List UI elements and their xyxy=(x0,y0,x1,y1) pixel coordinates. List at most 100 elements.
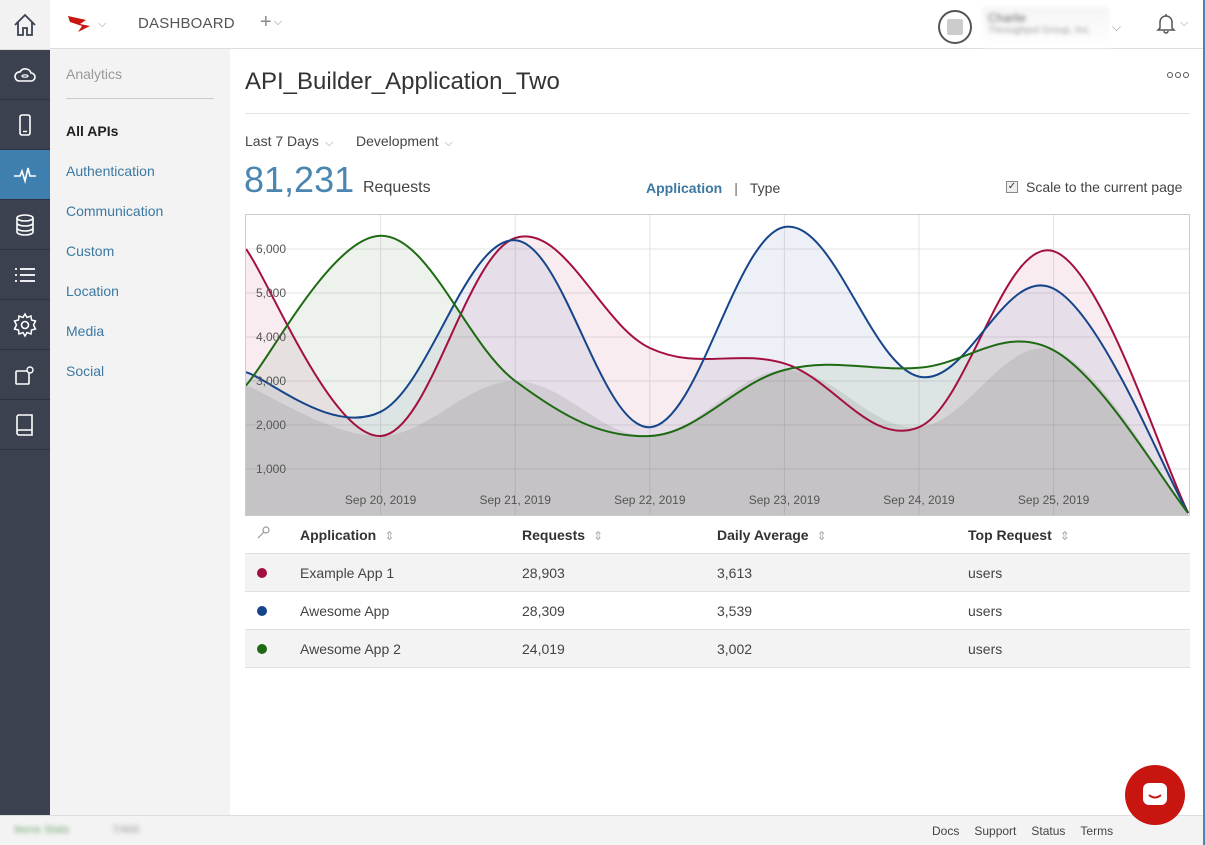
date-range-dropdown[interactable]: Last 7 Days ⌵ xyxy=(245,133,333,150)
cell-requests: 24,019 xyxy=(522,641,565,657)
subnav-item-custom[interactable]: Custom xyxy=(66,243,114,259)
chevron-down-icon: ⌵ xyxy=(1112,19,1122,34)
cell-requests: 28,309 xyxy=(522,603,565,619)
x-tick-label: Sep 21, 2019 xyxy=(479,493,551,507)
divider xyxy=(245,113,1190,114)
chevron-down-icon: ⌵ xyxy=(273,16,283,29)
add-button[interactable]: + ⌵ xyxy=(260,11,282,34)
subnav-item-location[interactable]: Location xyxy=(66,283,119,299)
date-range-value: Last 7 Days xyxy=(245,133,319,149)
avatar xyxy=(938,10,972,44)
notifications-button[interactable]: ⌵ xyxy=(1156,12,1188,34)
x-tick-label: Sep 23, 2019 xyxy=(749,493,821,507)
table-row[interactable]: Awesome App 2 24,019 3,002 users xyxy=(245,630,1190,668)
user-org: Throughput Group, Inc. xyxy=(988,25,1092,36)
analytics-subnav: Analytics All APIs Authentication Commun… xyxy=(50,49,230,815)
column-header-application[interactable]: Application ⇕ xyxy=(300,527,394,543)
series-color-dot xyxy=(257,644,267,654)
chevron-down-icon: ⌵ xyxy=(444,137,453,149)
applications-table: Application ⇕ Requests ⇕ Daily Average ⇕ To… xyxy=(245,516,1190,668)
pin-icon[interactable] xyxy=(255,525,271,544)
list-icon[interactable] xyxy=(0,250,50,300)
page-title: API_Builder_Application_Two xyxy=(245,68,560,95)
toggle-application[interactable]: Application xyxy=(646,180,722,196)
mobile-icon[interactable] xyxy=(0,100,50,150)
bell-icon xyxy=(1156,14,1176,34)
y-tick-label: 6,000 xyxy=(256,242,286,256)
book-icon[interactable] xyxy=(0,400,50,450)
footer-count: 7/400 xyxy=(112,824,140,836)
chart-svg: 1,000 2,000 3,000 4,000 5,000 6,000 Sep 20, 20… xyxy=(246,215,1189,515)
brand-logo-icon xyxy=(68,16,90,32)
requests-label: Requests xyxy=(363,179,431,196)
table-row[interactable]: Awesome App 28,309 3,539 users xyxy=(245,592,1190,630)
environment-value: Development xyxy=(356,133,439,149)
x-tick-label: Sep 22, 2019 xyxy=(614,493,686,507)
environment-dropdown[interactable]: Development ⌵ xyxy=(356,133,453,150)
scale-checkbox[interactable]: ✓ xyxy=(1006,181,1018,193)
x-tick-label: Sep 25, 2019 xyxy=(1018,493,1090,507)
subnav-item-social[interactable]: Social xyxy=(66,363,104,379)
total-requests: 81,231 xyxy=(244,159,355,200)
window-key-icon[interactable] xyxy=(0,350,50,400)
support-link[interactable]: Support xyxy=(974,824,1016,838)
toggle-type[interactable]: Type xyxy=(750,180,780,196)
table-header: Application ⇕ Requests ⇕ Daily Average ⇕ To… xyxy=(245,516,1190,554)
cloud-db-icon[interactable] xyxy=(0,50,50,100)
chat-button[interactable] xyxy=(1125,765,1185,825)
y-tick-label: 2,000 xyxy=(256,418,286,432)
cell-top-request: users xyxy=(968,565,1003,581)
main-content: API_Builder_Application_Two Last 7 Days ⌵… xyxy=(230,49,1205,815)
y-tick-label: 5,000 xyxy=(256,286,286,300)
footer-links: Docs Support Status Terms xyxy=(932,824,1113,838)
sort-icon: ⇕ xyxy=(384,529,395,543)
x-tick-label: Sep 20, 2019 xyxy=(345,493,417,507)
sort-icon: ⇕ xyxy=(1059,529,1070,543)
chat-icon xyxy=(1143,783,1167,805)
sort-icon: ⇕ xyxy=(816,529,827,543)
subnav-item-authentication[interactable]: Authentication xyxy=(66,163,155,179)
database-icon[interactable] xyxy=(0,200,50,250)
cell-application: Example App 1 xyxy=(300,565,395,581)
home-icon[interactable] xyxy=(0,0,50,50)
column-header-requests[interactable]: Requests ⇕ xyxy=(522,527,603,543)
chevron-down-icon: ⌵ xyxy=(324,137,334,149)
footer-status: Items Stats xyxy=(14,824,70,836)
chevron-down-icon: ⌵ xyxy=(1180,16,1189,29)
gear-icon[interactable] xyxy=(0,300,50,350)
chevron-down-icon: ⌵ xyxy=(98,17,107,30)
cell-application: Awesome App xyxy=(300,603,390,619)
cell-application: Awesome App 2 xyxy=(300,641,401,657)
icon-rail xyxy=(0,0,50,815)
user-name: Charlie xyxy=(988,11,1027,25)
cell-daily-average: 3,613 xyxy=(717,565,753,581)
cell-top-request: users xyxy=(968,603,1003,619)
subnav-item-all-apis[interactable]: All APIs xyxy=(66,123,118,139)
user-info: Charlie Throughput Group, Inc. xyxy=(982,7,1110,47)
table-row[interactable]: Example App 1 28,903 3,613 users xyxy=(245,554,1190,592)
table-body: Example App 1 28,903 3,613 users Awesome… xyxy=(245,554,1190,668)
y-tick-label: 1,000 xyxy=(256,462,286,476)
scale-label: Scale to the current page xyxy=(1026,179,1183,195)
column-header-daily-average[interactable]: Daily Average ⇕ xyxy=(717,527,827,543)
status-link[interactable]: Status xyxy=(1031,824,1065,838)
subnav-item-communication[interactable]: Communication xyxy=(66,203,163,219)
sort-icon: ⇕ xyxy=(593,529,604,543)
scale-option: ✓ Scale to the current page xyxy=(1006,179,1182,195)
user-menu[interactable]: Charlie Throughput Group, Inc. ⌵ xyxy=(938,7,1121,47)
terms-link[interactable]: Terms xyxy=(1080,824,1113,838)
footer: Items Stats 7/400 Docs Support Status Te… xyxy=(0,815,1205,845)
column-header-top-request[interactable]: Top Request ⇕ xyxy=(968,527,1070,543)
docs-link[interactable]: Docs xyxy=(932,824,959,838)
analytics-icon[interactable] xyxy=(0,150,50,200)
series-color-dot xyxy=(257,568,267,578)
dashboard-link[interactable]: DASHBOARD xyxy=(138,15,235,32)
more-options-button[interactable] xyxy=(1167,72,1189,78)
cell-daily-average: 3,539 xyxy=(717,603,753,619)
series-color-dot xyxy=(257,606,267,616)
brand-menu[interactable]: ⌵ xyxy=(66,12,106,36)
top-bar: ⌵ DASHBOARD + ⌵ Charlie Throughput Group,… xyxy=(50,0,1205,49)
subnav-item-media[interactable]: Media xyxy=(66,323,104,339)
cell-requests: 28,903 xyxy=(522,565,565,581)
requests-chart: 1,000 2,000 3,000 4,000 5,000 6,000 Sep 20, 20… xyxy=(245,214,1190,516)
